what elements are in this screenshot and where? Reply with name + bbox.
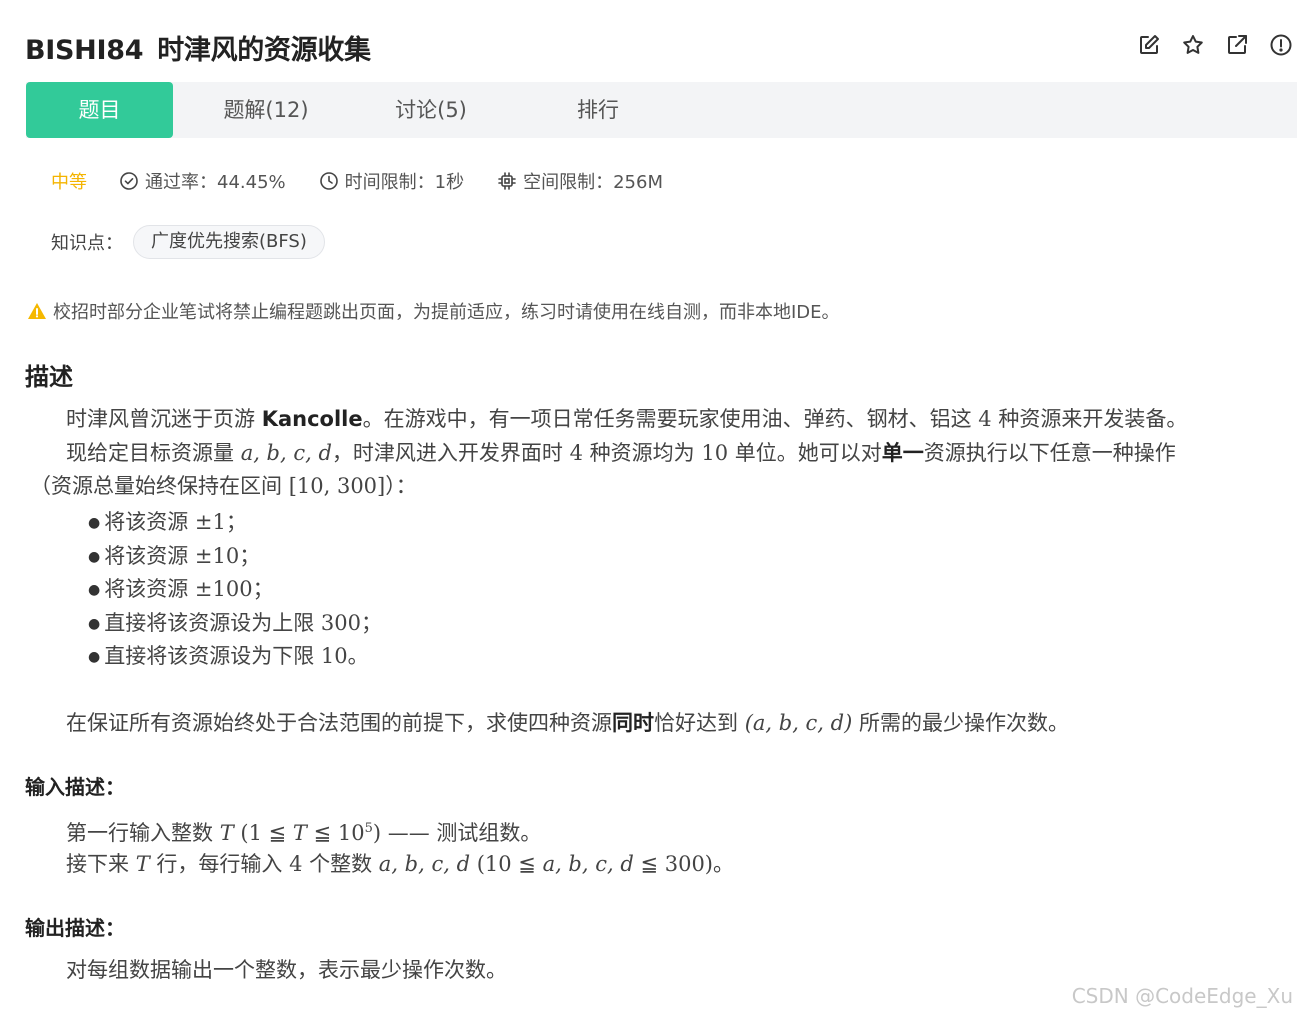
warning-text: 校招时部分企业笔试将禁止编程题跳出页面，为提前适应，练习时请使用在线自测，而非本… bbox=[53, 302, 840, 323]
list-item: 将该资源 ±1； bbox=[88, 506, 382, 540]
description-p4: 在保证所有资源始终处于合法范围的前提下，求使四种资源同时恰好达到 (a, b, … bbox=[66, 711, 1069, 735]
description-heading: 描述 bbox=[25, 363, 73, 391]
memory-limit-text: 空间限制：256M bbox=[523, 172, 663, 193]
chip-icon bbox=[498, 172, 516, 190]
output-text: 对每组数据输出一个整数，表示最少操作次数。 bbox=[66, 958, 507, 982]
problem-meta: 中等 通过率：44.45% 时间限制：1秒 空间限制：256M bbox=[51, 168, 696, 194]
clock-icon bbox=[319, 172, 338, 190]
description-p3: （资源总量始终保持在区间 [10, 300]）： bbox=[30, 474, 417, 498]
problem-header: BISHI84 时津风的资源收集 bbox=[0, 0, 1297, 82]
operation-list: 将该资源 ±1； 将该资源 ±10； 将该资源 ±100； 直接将该资源设为上限… bbox=[88, 506, 382, 674]
list-item: 直接将该资源设为下限 10。 bbox=[88, 640, 382, 674]
description-p2: 现给定目标资源量 a, b, c, d，时津风进入开发界面时 4 种资源均为 1… bbox=[66, 441, 1176, 465]
memory-limit: 空间限制：256M bbox=[497, 168, 663, 194]
tab-discussion[interactable]: 讨论(5) bbox=[376, 82, 486, 138]
input-line-2: 接下来 T 行，每行输入 4 个整数 a, b, c, d (10 ≦ a, b… bbox=[66, 852, 735, 876]
page-title: BISHI84 时津风的资源收集 bbox=[25, 28, 371, 67]
share-icon[interactable] bbox=[1225, 33, 1249, 57]
knowledge-label: 知识点： bbox=[51, 233, 123, 254]
problem-title: 时津风的资源收集 bbox=[157, 35, 371, 66]
tab-bar: 题目 题解(12) 讨论(5) 排行 bbox=[26, 82, 1297, 138]
output-heading: 输出描述： bbox=[25, 916, 125, 940]
warning-icon bbox=[28, 303, 46, 319]
input-heading: 输入描述： bbox=[25, 775, 125, 799]
tab-ranking[interactable]: 排行 bbox=[556, 82, 640, 138]
problem-id: BISHI84 bbox=[25, 35, 144, 66]
list-item: 直接将该资源设为上限 300； bbox=[88, 607, 382, 641]
pass-rate: 通过率：44.45% bbox=[119, 168, 286, 194]
list-item: 将该资源 ±10； bbox=[88, 540, 382, 574]
pass-rate-text: 通过率：44.45% bbox=[145, 172, 286, 193]
tab-solutions[interactable]: 题解(12) bbox=[206, 82, 326, 138]
input-line-1: 第一行输入整数 T (1 ≦ T ≦ 105) —— 测试组数。 bbox=[66, 821, 542, 845]
description-p1: 时津风曾沉迷于页游 Kancolle。在游戏中，有一项日常任务需要玩家使用油、弹… bbox=[66, 407, 1188, 431]
time-limit-text: 时间限制：1秒 bbox=[344, 172, 465, 193]
exam-warning: 校招时部分企业笔试将禁止编程题跳出页面，为提前适应，练习时请使用在线自测，而非本… bbox=[27, 298, 840, 324]
edit-icon[interactable] bbox=[1137, 33, 1161, 57]
report-icon[interactable] bbox=[1269, 33, 1293, 57]
knowledge-points: 知识点： 广度优先搜索(BFS) bbox=[51, 225, 325, 259]
check-circle-icon bbox=[120, 172, 138, 190]
knowledge-tag[interactable]: 广度优先搜索(BFS) bbox=[133, 225, 325, 259]
list-item: 将该资源 ±100； bbox=[88, 573, 382, 607]
star-icon[interactable] bbox=[1181, 33, 1205, 57]
watermark: CSDN @CodeEdge_Xu bbox=[1071, 984, 1293, 1008]
tab-problem[interactable]: 题目 bbox=[26, 82, 173, 138]
difficulty-badge: 中等 bbox=[51, 172, 87, 193]
header-actions bbox=[1137, 33, 1293, 57]
time-limit: 时间限制：1秒 bbox=[319, 168, 464, 194]
